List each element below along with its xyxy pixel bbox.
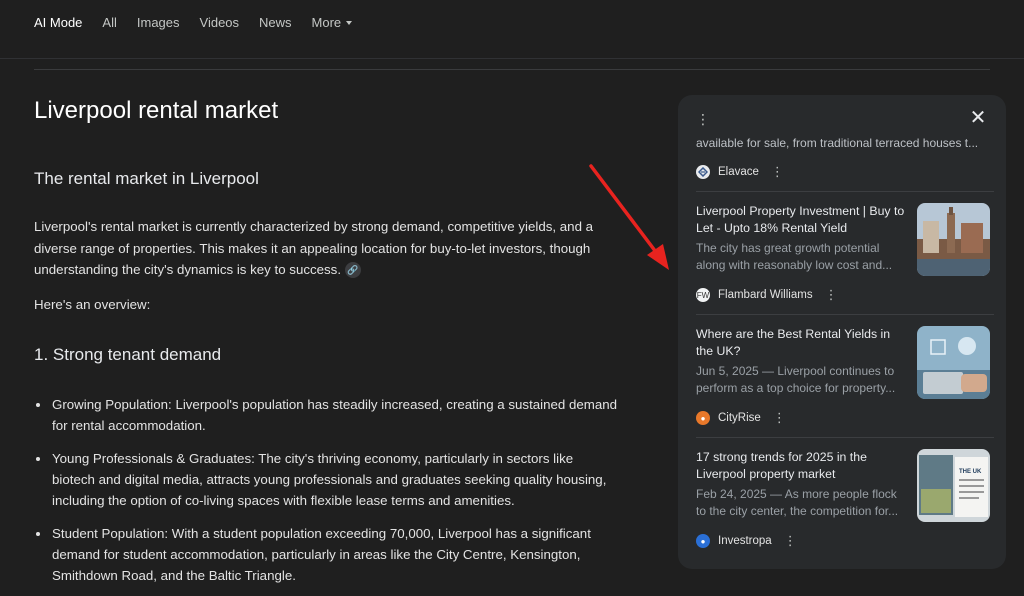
flambard-logo-icon: FW <box>696 288 710 302</box>
tab-all[interactable]: All <box>102 14 116 32</box>
section-heading-tenant-demand: 1. Strong tenant demand <box>34 345 222 364</box>
elavace-logo-icon <box>696 165 710 179</box>
divider <box>696 191 994 192</box>
sources-panel: ⋮ ✕ available for sale, from traditional… <box>678 95 1006 569</box>
source-card-title: Where are the Best Rental Yields in the … <box>696 327 891 358</box>
tab-ai-mode[interactable]: AI Mode <box>34 14 82 32</box>
more-vert-icon[interactable]: ⋮ <box>771 164 784 180</box>
source-card-title: 17 strong trends for 2025 in the Liverpo… <box>696 450 867 481</box>
header-divider <box>0 58 1024 59</box>
source-snippet: available for sale, from traditional ter… <box>696 136 979 150</box>
ai-answer: Liverpool rental market <box>34 96 624 126</box>
source-flambard-williams[interactable]: FW Flambard Williams ⋮ <box>696 287 838 303</box>
source-elavace[interactable]: Elavace ⋮ <box>696 164 784 180</box>
source-link-icon[interactable]: 🔗 <box>345 262 362 279</box>
snippet-line: The city has great growth potential <box>696 241 880 255</box>
investropa-logo-icon: ● <box>696 534 710 548</box>
snippet-line: to the city center, the competition for.… <box>696 504 899 518</box>
tab-more[interactable]: More <box>312 14 353 32</box>
tab-images[interactable]: Images <box>137 14 180 32</box>
source-card-snippet: Jun 5, 2025 — Liverpool continues to per… <box>696 363 908 397</box>
snippet-line: Feb 24, 2025 — As more people flock <box>696 487 897 501</box>
source-card-thumbnail: THE UK <box>917 449 990 522</box>
source-card-thumbnail <box>917 203 990 276</box>
snippet-line: Jun 5, 2025 — Liverpool continues to <box>696 364 895 378</box>
more-vert-icon[interactable]: ⋮ <box>825 287 838 303</box>
thumbnail-text: THE UK <box>959 469 982 475</box>
source-name: Flambard Williams <box>718 289 813 301</box>
tab-more-label: More <box>311 15 342 30</box>
search-mode-tabs: AI Mode All Images Videos News More <box>34 14 372 32</box>
bullet-growing-population: Growing Population: Liverpool's populati… <box>34 394 619 436</box>
demand-bullet-list: Growing Population: Liverpool's populati… <box>34 394 619 586</box>
source-cityrise[interactable]: ● CityRise ⋮ <box>696 410 786 426</box>
overview-label: Here's an overview: <box>34 297 151 312</box>
cityrise-logo-icon: ● <box>696 411 710 425</box>
source-name: Investropa <box>718 535 772 547</box>
source-card-thumbnail <box>917 326 990 399</box>
bullet-student-population: Student Population: With a student popul… <box>34 523 619 586</box>
answer-heading: The rental market in Liverpool <box>34 169 259 188</box>
snippet-line: along with reasonably low cost and... <box>696 258 893 272</box>
source-card-snippet: The city has great growth potential alon… <box>696 240 908 274</box>
close-icon[interactable]: ✕ <box>968 107 988 129</box>
content-divider <box>34 69 990 70</box>
more-vert-icon[interactable]: ⋮ <box>784 533 797 549</box>
tab-news[interactable]: News <box>259 14 292 32</box>
intro-text: Liverpool's rental market is currently c… <box>34 219 594 277</box>
snippet-line: perform as a top choice for property... <box>696 381 896 395</box>
page-title: Liverpool rental market <box>34 97 279 124</box>
source-card-title: Liverpool Property Investment | Buy to L… <box>696 204 905 235</box>
divider <box>696 314 994 315</box>
caret-down-icon <box>346 21 353 25</box>
more-vert-icon[interactable]: ⋮ <box>696 111 710 127</box>
more-vert-icon[interactable]: ⋮ <box>773 410 786 426</box>
source-name: Elavace <box>718 166 759 178</box>
divider <box>696 437 994 438</box>
source-card-snippet: Feb 24, 2025 — As more people flock to t… <box>696 486 908 520</box>
source-investropa[interactable]: ● Investropa ⋮ <box>696 533 797 549</box>
source-name: CityRise <box>718 412 761 424</box>
tab-videos[interactable]: Videos <box>200 14 240 32</box>
intro-paragraph: Liverpool's rental market is currently c… <box>34 216 619 281</box>
bullet-young-professionals: Young Professionals & Graduates: The cit… <box>34 448 619 511</box>
red-arrow-annotation <box>589 164 669 270</box>
